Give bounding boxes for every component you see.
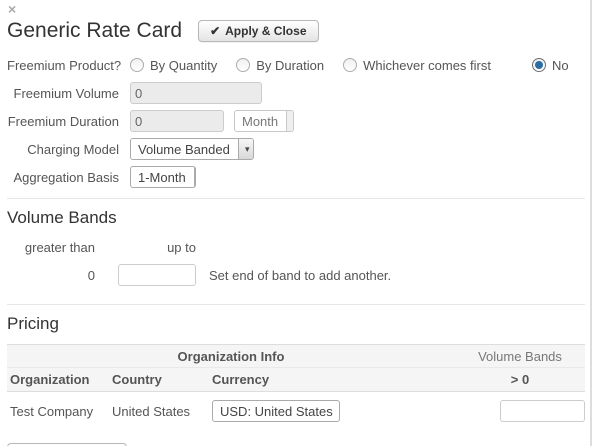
freemium-product-options: By Quantity By Duration Whichever comes … [130,58,588,73]
charging-model-value: Volume Banded [131,139,238,159]
radio-icon [130,58,144,72]
radio-by-duration[interactable]: By Duration [236,58,324,73]
volume-band-row: 0 Set end of band to add another. [7,264,600,286]
freemium-volume-input [130,82,262,104]
radio-by-duration-label: By Duration [256,58,324,73]
price-input[interactable] [500,400,585,422]
chevron-down-icon: ▾ [194,167,196,187]
organization-cell: Test Company [7,404,112,419]
radio-whichever-comes-first[interactable]: Whichever comes first [343,58,491,73]
chevron-down-icon: ▾ [238,139,254,159]
freemium-volume-row: Freemium Volume [7,82,600,104]
aggregation-basis-select[interactable]: 1-Month ▾ [130,166,196,188]
charging-model-select[interactable]: Volume Banded ▾ [130,138,254,160]
radio-no-label: No [552,58,569,73]
aggregation-basis-row: Aggregation Basis 1-Month ▾ [7,166,600,188]
generic-rate-card-dialog: × Generic Rate Card ✔ Apply & Close Free… [0,0,600,446]
charging-model-row: Charging Model Volume Banded ▾ [7,138,600,160]
radio-by-quantity[interactable]: By Quantity [130,58,217,73]
radio-icon [236,58,250,72]
band-end-input[interactable] [118,264,196,286]
page-title: Generic Rate Card [7,19,182,42]
currency-value: USD: United States [213,401,340,421]
scrollbar-track[interactable] [590,0,592,446]
radio-whichever-comes-first-label: Whichever comes first [363,58,491,73]
freemium-product-row: Freemium Product? By Quantity By Duratio… [7,54,600,76]
pricing-group-header-row: Organization Info Volume Bands [7,345,585,368]
up-to-header: up to [95,240,196,255]
freemium-duration-unit-select: Month ▾ [234,110,294,132]
country-cell: United States [112,404,212,419]
pricing-column-header-row: Organization Country Currency > 0 [7,368,585,392]
freemium-duration-row: Freemium Duration Month ▾ [7,110,600,132]
price-cell [455,400,585,422]
pricing-table: Organization Info Volume Bands Organizat… [7,344,585,428]
country-column-header: Country [112,372,212,387]
volume-bands-group-header: Volume Bands [455,349,585,364]
section-divider [7,198,585,199]
organization-info-group-header: Organization Info [7,349,455,364]
organization-column-header: Organization [7,372,112,387]
currency-select[interactable]: USD: United States ▾ [212,400,340,422]
apply-close-label: Apply & Close [225,24,306,38]
freemium-product-label: Freemium Product? [7,58,119,73]
greater-than-header: greater than [7,240,95,255]
rate-card-form: Freemium Product? By Quantity By Duratio… [7,54,600,188]
aggregation-basis-value: 1-Month [131,167,194,187]
freemium-duration-unit-value: Month [235,111,286,131]
radio-icon [343,58,357,72]
radio-by-quantity-label: By Quantity [150,58,217,73]
aggregation-basis-label: Aggregation Basis [7,170,119,185]
apply-close-button-top[interactable]: ✔ Apply & Close [198,20,318,42]
volume-bands-heading: Volume Bands [7,208,600,227]
radio-no[interactable]: No [532,58,569,73]
band-column-header: > 0 [455,372,585,387]
currency-cell: USD: United States ▾ [212,400,455,422]
currency-column-header: Currency [212,372,455,387]
check-icon: ✔ [210,25,220,37]
volume-bands-editor: greater than up to 0 Set end of band to … [7,240,600,286]
charging-model-label: Charging Model [7,142,119,157]
chevron-down-icon: ▾ [286,111,294,131]
radio-icon [532,58,546,72]
volume-bands-columns: greater than up to [7,240,600,255]
table-row: Test Company United States USD: United S… [7,392,585,428]
title-row: Generic Rate Card ✔ Apply & Close [7,0,600,42]
band-help-text: Set end of band to add another. [209,268,391,283]
close-icon[interactable]: × [8,2,16,16]
section-divider [7,304,585,305]
band-start-value: 0 [7,268,95,283]
freemium-duration-label: Freemium Duration [7,114,119,129]
freemium-volume-label: Freemium Volume [7,86,119,101]
freemium-duration-input [130,110,224,132]
pricing-heading: Pricing [7,314,600,333]
